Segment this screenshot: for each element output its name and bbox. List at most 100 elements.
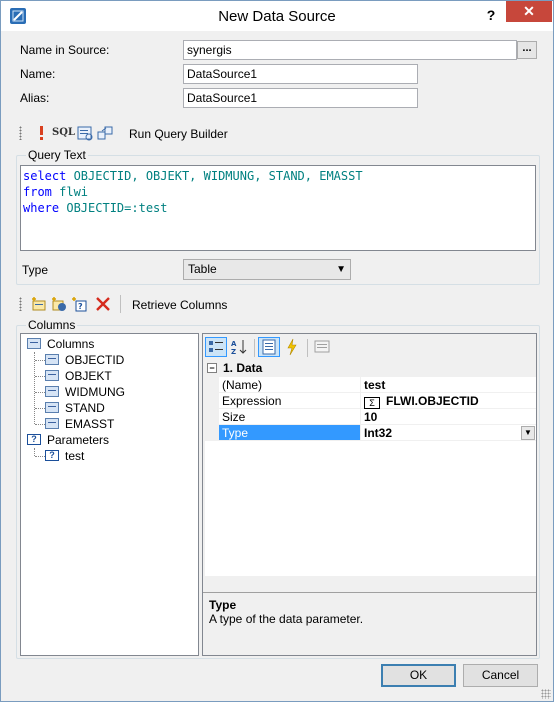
columns-tree[interactable]: Columns OBJECTID OBJEKT WIDMUNG STAND EMASST…	[20, 333, 199, 656]
chevron-down-icon: ▼	[336, 264, 346, 275]
tree-item-label: test	[65, 449, 85, 463]
tree-connector	[35, 456, 45, 457]
property-value[interactable]: Σ FLWI.OBJECTID	[361, 393, 536, 409]
title-bar: New Data Source ? ✕	[1, 1, 553, 31]
tree-node-label: Parameters	[47, 433, 110, 447]
tree-connector	[34, 448, 35, 456]
type-select[interactable]: Table ▼	[183, 259, 351, 280]
close-button[interactable]: ✕	[506, 1, 552, 22]
columns-toolbar: ? Retrieve Columns	[19, 293, 319, 317]
add-calculated-column-icon[interactable]	[51, 296, 67, 312]
property-name: Expression	[219, 393, 361, 409]
ok-button[interactable]: OK	[381, 664, 456, 687]
property-grid-toolbar: A Z	[203, 334, 536, 360]
columns-group-label: Columns	[26, 318, 78, 332]
query-text-editor[interactable]: select OBJECTID, OBJEKT, WIDMUNG, STAND,…	[20, 165, 536, 251]
parameter-icon: ?	[45, 450, 59, 461]
property-value: Int32	[364, 426, 393, 440]
sql-identifier: OBJECTID, OBJEKT, WIDMUNG, STAND, EMASST	[73, 169, 363, 183]
row-margin	[205, 409, 219, 425]
row-margin	[205, 393, 219, 409]
name-in-source-label: Name in Source:	[20, 43, 110, 57]
sql-icon[interactable]: SQL	[52, 125, 75, 141]
tree-connector	[35, 376, 45, 377]
properties-icon[interactable]	[258, 337, 280, 357]
parameters-icon: ?	[27, 434, 41, 445]
column-icon	[45, 370, 59, 381]
query-line: from flwi	[23, 184, 533, 200]
column-icon	[45, 354, 59, 365]
alphabetical-icon[interactable]: A Z	[228, 337, 250, 357]
name-in-source-field[interactable]: synergis	[183, 40, 517, 60]
tree-item-label: WIDMUNG	[65, 385, 125, 399]
property-value[interactable]: 10	[361, 409, 536, 425]
browse-button[interactable]: ...	[517, 41, 537, 59]
events-icon[interactable]	[281, 337, 303, 357]
toolbar-separator	[120, 295, 121, 313]
query-toolbar: SQL Run Query Builder	[19, 122, 319, 146]
property-name: (Name)	[219, 377, 361, 393]
query-line: where OBJECTID=:test	[23, 200, 533, 216]
expression-value: FLWI.OBJECTID	[386, 394, 479, 408]
categorized-icon[interactable]	[205, 337, 227, 357]
property-value[interactable]: test	[361, 377, 536, 393]
help-description: A type of the data parameter.	[209, 612, 364, 626]
category-data[interactable]: − 1. Data	[205, 360, 536, 377]
close-icon: ✕	[523, 3, 535, 19]
collapse-icon[interactable]: −	[207, 363, 217, 373]
wizard-icon[interactable]	[97, 125, 113, 141]
property-pages-icon[interactable]	[311, 337, 333, 357]
property-row-expression[interactable]: Expression Σ FLWI.OBJECTID	[205, 393, 536, 409]
chevron-down-icon[interactable]: ▼	[521, 426, 535, 440]
property-row-name[interactable]: (Name) test	[205, 377, 536, 393]
property-help-panel: Type A type of the data parameter.	[205, 595, 536, 655]
svg-text:A: A	[231, 340, 237, 348]
window-title: New Data Source	[218, 8, 336, 25]
help-title: Type	[209, 598, 237, 612]
tree-item-label: OBJEKT	[65, 369, 112, 383]
query-text-group-label: Query Text	[26, 148, 88, 162]
retrieve-columns-button[interactable]: Retrieve Columns	[132, 298, 227, 312]
property-row-size[interactable]: Size 10	[205, 409, 536, 425]
tree-item-label: STAND	[65, 401, 105, 415]
alias-field[interactable]: DataSource1	[183, 88, 418, 108]
toolbar-grip[interactable]	[19, 297, 22, 311]
type-select-value: Table	[188, 262, 217, 276]
property-grid: A Z − 1. Data (Name) test Expression Σ F…	[202, 333, 537, 656]
column-icon	[45, 402, 59, 413]
run-query-builder-button[interactable]: Run Query Builder	[129, 127, 228, 141]
column-icon	[45, 418, 59, 429]
tree-node-label: Columns	[47, 337, 95, 351]
sql-keyword: where	[23, 201, 67, 215]
add-column-icon[interactable]	[31, 296, 47, 312]
help-splitter[interactable]	[203, 592, 536, 593]
tree-item-label: OBJECTID	[65, 353, 125, 367]
svg-text:Z: Z	[231, 348, 236, 356]
name-label: Name:	[20, 67, 56, 81]
property-grid-table[interactable]: − 1. Data (Name) test Expression Σ FLWI.O…	[205, 360, 536, 576]
exclamation-icon[interactable]	[33, 125, 49, 141]
delete-icon[interactable]	[95, 296, 111, 312]
tree-connector	[35, 424, 45, 425]
cancel-button[interactable]: Cancel	[463, 664, 538, 687]
property-value-combo[interactable]: Int32 ▼	[361, 425, 536, 441]
columns-icon	[27, 338, 41, 349]
new-data-source-dialog: New Data Source ? ✕ Name in Source: syne…	[0, 0, 554, 702]
name-field[interactable]: DataSource1	[183, 64, 418, 84]
expression-icon[interactable]: Σ	[364, 397, 380, 409]
add-parameter-icon[interactable]: ?	[71, 296, 87, 312]
property-name: Type	[219, 425, 361, 441]
sql-identifier: OBJECTID=:test	[66, 201, 168, 215]
sql-identifier: flwi	[59, 185, 89, 199]
sql-keyword: from	[23, 185, 60, 199]
toolbar-grip[interactable]	[19, 126, 22, 140]
property-row-type[interactable]: Type Int32 ▼	[205, 425, 536, 441]
category-label: 1. Data	[223, 361, 263, 375]
type-label: Type	[22, 263, 49, 277]
svg-text:?: ?	[78, 302, 83, 311]
query-editor-icon[interactable]	[77, 125, 93, 141]
resize-grip[interactable]	[541, 689, 551, 699]
tree-connector	[35, 360, 45, 361]
help-button[interactable]: ?	[479, 4, 503, 26]
alias-label: Alias:	[20, 91, 50, 105]
